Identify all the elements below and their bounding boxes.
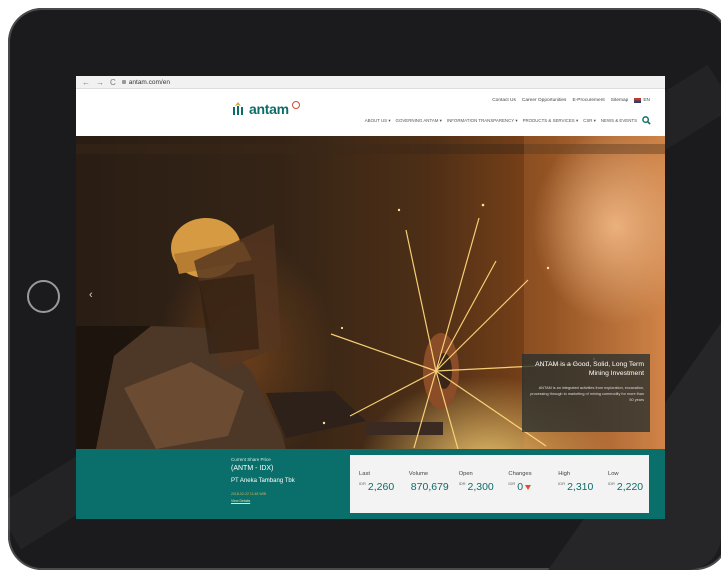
chevron-down-icon: ▾ <box>593 117 596 123</box>
top-link-sitemap[interactable]: Sitemap <box>611 98 629 103</box>
chevron-down-icon: ▾ <box>388 117 391 123</box>
stat-low: Low IDR 2,220 <box>599 471 649 493</box>
stat-value: IDR 0 <box>508 481 549 493</box>
hero-caption-card: ANTAM is a Good, Solid, Long Term Mining… <box>522 354 650 432</box>
nav-item-products-services[interactable]: PRODUCTS & SERVICES ▾ <box>523 118 579 124</box>
stat-label: Last <box>359 471 370 477</box>
language-label: EN <box>643 98 650 103</box>
stat-value: IDR 2,260 <box>359 481 395 493</box>
logo-ring-icon <box>291 101 300 109</box>
nav-item-csr[interactable]: CSR ▾ <box>583 118 596 124</box>
utility-links: Contact Us Career Opportunities E-Procur… <box>492 98 650 103</box>
hero-banner: ‹ ANTAM is a Good, Solid, Long Term Mini… <box>76 136 665 449</box>
stock-code: (ANTM - IDX) <box>231 465 274 472</box>
search-icon[interactable] <box>642 116 651 125</box>
nav-item-about-us[interactable]: ABOUT US ▾ <box>365 118 391 124</box>
chevron-down-icon: ▾ <box>439 117 442 123</box>
chevron-down-icon: ▾ <box>515 117 518 123</box>
share-price-heading: Current Share Price <box>231 457 271 462</box>
share-price-summary: Current Share Price (ANTM - IDX) PT Anek… <box>231 457 295 503</box>
stat-label: Changes <box>508 471 532 477</box>
top-link-contact[interactable]: Contact Us <box>492 98 516 103</box>
nav-item-information-transparency[interactable]: INFORMATION TRANSPARENCY ▾ <box>447 118 518 124</box>
logo-mark-icon <box>230 101 246 117</box>
browser-toolbar: ← → C antam.com/en <box>76 76 665 89</box>
hero-caption-title: ANTAM is a Good, Solid, Long Term Mining… <box>535 361 644 378</box>
carousel-prev-icon[interactable]: ‹ <box>89 289 93 301</box>
stat-value: IDR 2,300 <box>458 481 494 493</box>
stat-unit: IDR <box>558 481 566 486</box>
stat-unit: IDR <box>508 481 516 486</box>
top-link-eprocurement[interactable]: E-Procurement <box>572 98 604 103</box>
back-icon[interactable]: ← <box>82 78 90 87</box>
stat-open: Open IDR 2,300 <box>450 471 500 493</box>
top-link-career[interactable]: Career Opportunities <box>522 98 567 103</box>
stat-label: Volume <box>408 471 429 477</box>
stat-unit: IDR <box>607 481 615 486</box>
stat-unit: IDR <box>359 481 366 486</box>
stat-value: IDR 2,220 <box>607 481 644 493</box>
stat-unit: IDR <box>458 481 466 486</box>
site-header: antam Contact Us Career Opportunities E-… <box>76 89 665 136</box>
flag-icon <box>634 98 642 103</box>
antam-logo[interactable]: antam <box>230 101 300 117</box>
logo-text: antam <box>249 101 289 117</box>
address-bar[interactable]: antam.com/en <box>121 78 170 86</box>
nav-item-news-events[interactable]: NEWS & EVENTS <box>601 118 637 123</box>
language-selector[interactable]: EN <box>634 98 650 103</box>
reload-icon[interactable]: C <box>110 78 116 87</box>
company-name: PT Aneka Tambang Tbk <box>231 478 295 484</box>
hero-caption-body: ANTAM is an integrated activities from e… <box>530 386 644 402</box>
stat-changes: Changes IDR 0 <box>499 471 549 493</box>
share-price-section: Current Share Price (ANTM - IDX) PT Anek… <box>76 449 665 519</box>
nav-item-governing-antam[interactable]: GOVERNING ANTAM ▾ <box>396 118 442 124</box>
chevron-down-icon: ▾ <box>575 117 579 123</box>
tablet-screen: ← → C antam.com/en antam Contact Us Care… <box>76 76 665 519</box>
stat-volume: Volume 870,679 <box>400 471 450 493</box>
stat-label: High <box>558 471 571 477</box>
price-timestamp: 2018-02-22 11:48 WIB <box>231 492 266 496</box>
stat-label: Low <box>607 471 619 477</box>
stat-value: 870,679 <box>410 481 449 493</box>
stat-value: IDR 2,310 <box>558 481 594 493</box>
stat-high: High IDR 2,310 <box>549 471 599 493</box>
url-text: antam.com/en <box>128 78 170 86</box>
forward-icon[interactable]: → <box>96 78 104 87</box>
main-navigation: ABOUT US ▾ GOVERNING ANTAM ▾ INFORMATION… <box>365 116 651 125</box>
down-arrow-icon <box>525 485 532 490</box>
lock-icon <box>121 80 126 84</box>
view-details-link[interactable]: View Details <box>231 499 295 503</box>
home-button[interactable] <box>27 280 60 313</box>
stat-label: Open <box>458 471 473 477</box>
stat-last: Last IDR 2,260 <box>350 471 400 493</box>
share-price-panel: Last IDR 2,260 Volume 870,679 Open IDR 2,3… <box>350 455 649 513</box>
